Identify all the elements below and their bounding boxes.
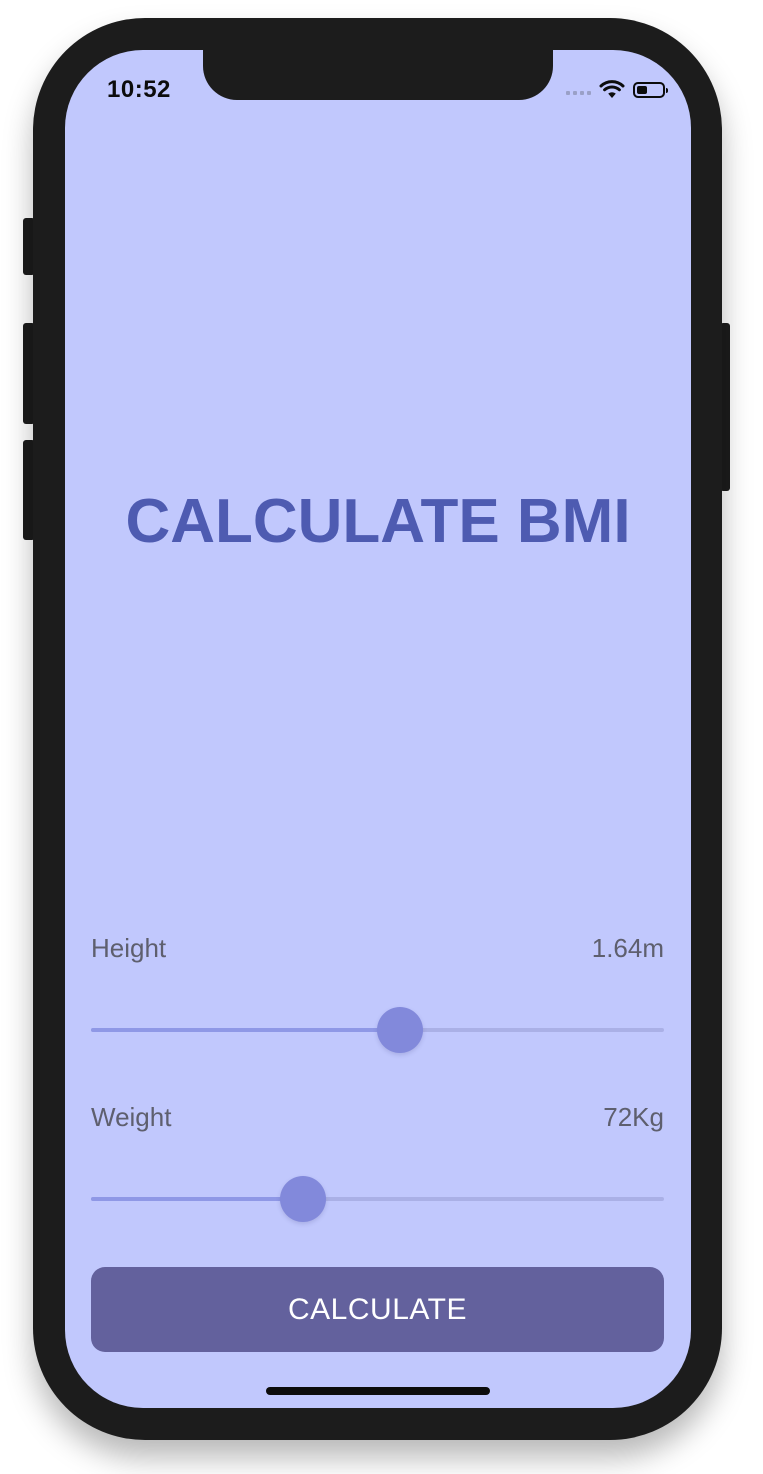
wifi-icon bbox=[599, 80, 625, 100]
weight-slider-fill bbox=[91, 1197, 303, 1201]
weight-slider-thumb[interactable] bbox=[280, 1176, 326, 1222]
weight-slider[interactable] bbox=[91, 1176, 664, 1222]
weight-value: 72Kg bbox=[603, 1102, 664, 1132]
page-title: CALCULATE BMI bbox=[125, 487, 631, 556]
cellular-signal-icon bbox=[566, 91, 591, 95]
weight-label: Weight bbox=[91, 1102, 172, 1132]
height-value: 1.64m bbox=[591, 933, 664, 963]
height-slider-fill bbox=[91, 1028, 401, 1032]
height-label: Height bbox=[91, 933, 167, 963]
app-screen: 10:52 CALCULATE BMI Height 1.64m Weight … bbox=[65, 50, 691, 1408]
status-time: 10:52 bbox=[107, 76, 171, 103]
height-slider-thumb[interactable] bbox=[377, 1007, 424, 1053]
height-slider[interactable] bbox=[91, 1007, 664, 1053]
status-icons bbox=[566, 80, 668, 100]
home-indicator bbox=[266, 1387, 490, 1395]
battery-icon bbox=[633, 82, 668, 98]
calculate-button[interactable]: CALCULATE bbox=[91, 1267, 664, 1352]
device-notch bbox=[203, 50, 553, 100]
